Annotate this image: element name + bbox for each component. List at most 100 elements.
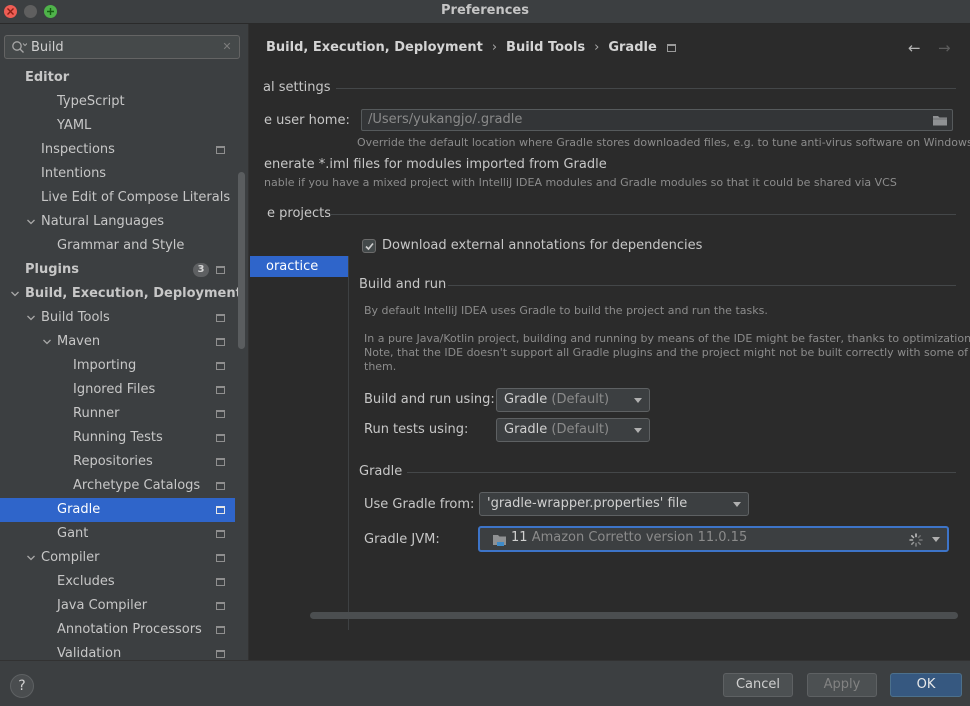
breadcrumb-separator: › bbox=[594, 40, 600, 55]
project-scope-icon bbox=[216, 530, 225, 538]
gradle-user-home-field[interactable]: /Users/yukangjo/.gradle bbox=[361, 109, 953, 131]
project-scope-icon bbox=[216, 434, 225, 442]
forward-arrow-icon[interactable]: → bbox=[938, 41, 951, 56]
sidebar-item-label: Archetype Catalogs bbox=[73, 478, 201, 493]
apply-button[interactable]: Apply bbox=[807, 673, 877, 697]
sidebar-item-intentions[interactable]: Intentions bbox=[0, 162, 235, 186]
use-gradle-from-select[interactable]: 'gradle-wrapper.properties' file bbox=[479, 492, 749, 516]
ok-button[interactable]: OK bbox=[890, 673, 962, 697]
build-and-run-using-value: Gradle bbox=[504, 392, 548, 407]
sidebar-item-live-edit-of-compose-literals[interactable]: Live Edit of Compose Literals bbox=[0, 186, 235, 210]
project-scope-icon bbox=[216, 386, 225, 394]
chevron-down-icon[interactable] bbox=[42, 337, 52, 347]
project-scope-icon bbox=[216, 482, 225, 490]
sidebar-item-archetype-catalogs[interactable]: Archetype Catalogs bbox=[0, 474, 235, 498]
projects-divider bbox=[348, 256, 349, 630]
breadcrumb-item-build-execution[interactable]: Build, Execution, Deployment bbox=[266, 40, 483, 55]
use-gradle-from-label: Use Gradle from: bbox=[364, 497, 475, 512]
sidebar-item-repositories[interactable]: Repositories bbox=[0, 450, 235, 474]
sidebar-item-label: Natural Languages bbox=[41, 214, 165, 229]
sidebar-item-label: Gradle bbox=[57, 502, 101, 517]
sidebar-item-label: Compiler bbox=[41, 550, 100, 565]
sidebar-item-runner[interactable]: Runner bbox=[0, 402, 235, 426]
title-bar: Preferences bbox=[0, 0, 970, 24]
section-divider bbox=[336, 88, 956, 89]
sidebar-item-annotation-processors[interactable]: Annotation Processors bbox=[0, 618, 235, 642]
sidebar-item-validation[interactable]: Validation bbox=[0, 642, 235, 660]
sidebar-item-compiler[interactable]: Compiler bbox=[0, 546, 235, 570]
sidebar-item-natural-languages[interactable]: Natural Languages bbox=[0, 210, 235, 234]
clear-search-icon[interactable]: ✕ bbox=[221, 41, 233, 53]
project-scope-icon bbox=[216, 626, 225, 634]
chevron-down-icon bbox=[932, 537, 940, 542]
project-scope-icon bbox=[216, 338, 225, 346]
sidebar-item-yaml[interactable]: YAML bbox=[0, 114, 235, 138]
back-arrow-icon[interactable]: ← bbox=[908, 41, 921, 56]
project-scope-icon bbox=[216, 362, 225, 370]
loading-spinner-icon bbox=[909, 533, 923, 547]
sidebar-item-grammar-and-style[interactable]: Grammar and Style bbox=[0, 234, 235, 258]
sidebar-item-inspections[interactable]: Inspections bbox=[0, 138, 235, 162]
settings-main-panel: Build, Execution, Deployment › Build Tools… bbox=[250, 24, 970, 660]
gradle-jvm-version: 11 bbox=[511, 530, 528, 545]
generate-iml-label[interactable]: enerate *.iml files for modules imported… bbox=[264, 157, 607, 172]
sidebar-item-label: Inspections bbox=[41, 142, 115, 157]
window-title: Preferences bbox=[441, 3, 529, 18]
run-tests-using-select[interactable]: Gradle (Default) bbox=[496, 418, 650, 442]
run-tests-using-default: (Default) bbox=[551, 422, 610, 437]
sidebar-item-excludes[interactable]: Excludes bbox=[0, 570, 235, 594]
sidebar-item-running-tests[interactable]: Running Tests bbox=[0, 426, 235, 450]
project-scope-icon bbox=[216, 410, 225, 418]
sidebar-item-label: Plugins bbox=[25, 262, 79, 277]
download-annotations-label[interactable]: Download external annotations for depend… bbox=[382, 238, 702, 253]
sidebar-scrollbar[interactable] bbox=[238, 172, 245, 349]
sidebar-item-gradle[interactable]: Gradle bbox=[0, 498, 235, 522]
project-list-item-practice[interactable]: oractice bbox=[250, 256, 348, 277]
sidebar-item-label: Running Tests bbox=[73, 430, 163, 445]
sidebar-item-build-execution-deployment[interactable]: Build, Execution, Deployment bbox=[0, 282, 242, 306]
sidebar-item-label: TypeScript bbox=[57, 94, 125, 109]
horizontal-scrollbar[interactable] bbox=[310, 612, 958, 619]
build-and-run-desc: them. bbox=[364, 360, 397, 373]
sidebar-item-typescript[interactable]: TypeScript bbox=[0, 90, 235, 114]
build-and-run-using-label: Build and run using: bbox=[364, 392, 495, 407]
project-scope-icon bbox=[216, 650, 225, 658]
chevron-down-icon[interactable] bbox=[26, 217, 36, 227]
project-scope-icon bbox=[216, 314, 225, 322]
gradle-jvm-select[interactable]: 11 Amazon Corretto version 11.0.15 bbox=[478, 526, 949, 552]
help-button[interactable]: ? bbox=[10, 674, 34, 698]
project-scope-icon bbox=[216, 578, 225, 586]
sidebar-item-label: Gant bbox=[57, 526, 89, 541]
download-annotations-checkbox[interactable] bbox=[362, 239, 376, 253]
cancel-button[interactable]: Cancel bbox=[723, 673, 793, 697]
sidebar-item-label: Validation bbox=[57, 646, 122, 660]
breadcrumb-item-build-tools[interactable]: Build Tools bbox=[506, 40, 585, 55]
generate-iml-hint: nable if you have a mixed project with I… bbox=[264, 176, 897, 189]
settings-search-box[interactable]: ✕ bbox=[4, 35, 240, 59]
run-tests-using-label: Run tests using: bbox=[364, 422, 469, 437]
chevron-down-icon[interactable] bbox=[10, 289, 20, 299]
sidebar-item-plugins[interactable]: Plugins 3 bbox=[0, 258, 235, 282]
settings-search-input[interactable] bbox=[31, 38, 211, 56]
folder-icon[interactable] bbox=[932, 113, 948, 127]
checkmark-icon bbox=[365, 242, 374, 251]
project-scope-icon bbox=[216, 266, 225, 274]
sidebar-item-ignored-files[interactable]: Ignored Files bbox=[0, 378, 235, 402]
sidebar-item-label: Live Edit of Compose Literals bbox=[41, 190, 231, 205]
sidebar-item-maven[interactable]: Maven bbox=[0, 330, 235, 354]
chevron-down-icon[interactable] bbox=[26, 313, 36, 323]
sidebar-item-label: Build, Execution, Deployment bbox=[25, 286, 242, 301]
build-and-run-using-select[interactable]: Gradle (Default) bbox=[496, 388, 650, 412]
sidebar-item-label: Intentions bbox=[41, 166, 107, 181]
chevron-down-icon[interactable] bbox=[26, 553, 36, 563]
sidebar-item-importing[interactable]: Importing bbox=[0, 354, 235, 378]
sidebar-item-editor[interactable]: Editor bbox=[0, 66, 235, 90]
update-count-badge: 3 bbox=[193, 263, 209, 277]
gradle-user-home-hint: Override the default location where Grad… bbox=[357, 136, 970, 149]
sidebar-item-gant[interactable]: Gant bbox=[0, 522, 235, 546]
sidebar-item-build-tools[interactable]: Build Tools bbox=[0, 306, 235, 330]
sidebar-item-label: Grammar and Style bbox=[57, 238, 185, 253]
gradle-projects-title: e projects bbox=[267, 206, 332, 221]
project-scope-icon bbox=[216, 554, 225, 562]
sidebar-item-java-compiler[interactable]: Java Compiler bbox=[0, 594, 235, 618]
